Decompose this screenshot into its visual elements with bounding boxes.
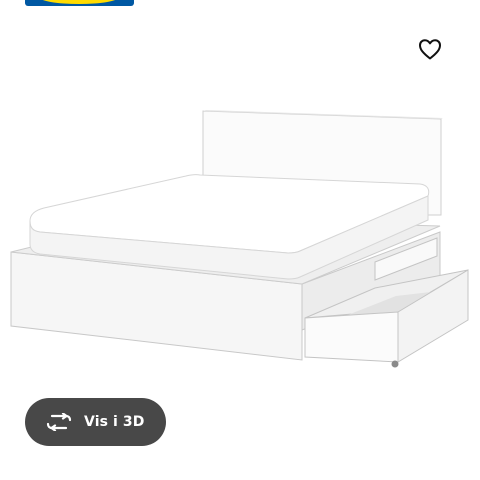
view-3d-button[interactable]: Vis i 3D	[25, 398, 166, 446]
favorite-button[interactable]	[414, 33, 446, 65]
product-image	[10, 110, 469, 368]
rotate-3d-icon	[46, 412, 72, 432]
logo-ellipse	[39, 0, 119, 4]
view-3d-label: Vis i 3D	[84, 414, 145, 430]
ikea-logo[interactable]	[25, 0, 134, 6]
heart-icon	[419, 39, 441, 60]
product-page: Vis i 3D	[0, 0, 480, 480]
